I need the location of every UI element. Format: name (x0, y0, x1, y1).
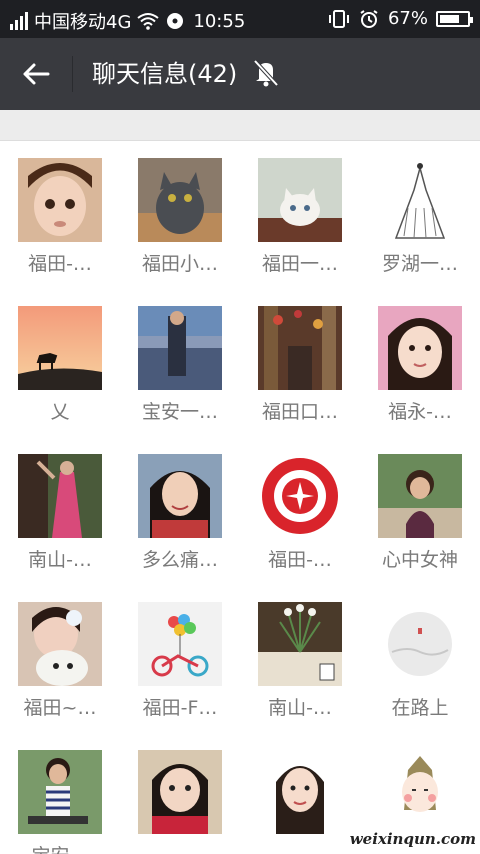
member-name: 福永-… (388, 401, 452, 423)
avatar (258, 750, 342, 834)
member-name: 心中女神 (381, 549, 458, 571)
avatar (18, 602, 102, 686)
signal-icon (10, 12, 28, 30)
battery-icon (436, 10, 473, 27)
member-cell[interactable]: 多么痛… (120, 436, 240, 584)
avatar (18, 306, 102, 390)
member-cell[interactable]: 南山-… (0, 436, 120, 584)
member-cell[interactable]: 福永-… (360, 288, 480, 436)
member-name: 南山-… (268, 697, 332, 719)
member-name: 南山-… (28, 549, 92, 571)
avatar (378, 750, 462, 834)
member-cell[interactable]: 心中女神 (360, 436, 480, 584)
mute-bell-icon (253, 59, 279, 87)
member-name: 福田-… (268, 549, 332, 571)
avatar (258, 306, 342, 390)
member-name: 福田-… (28, 253, 92, 275)
member-cell[interactable]: 宝安… (0, 732, 120, 854)
member-name: 福田一… (261, 253, 338, 275)
member-name: 罗湖一… (381, 253, 458, 275)
avatar (138, 158, 222, 242)
member-cell[interactable]: 乂 (0, 288, 120, 436)
member-cell[interactable]: 福田~… (0, 584, 120, 732)
avatar (258, 158, 342, 242)
avatar (138, 602, 222, 686)
member-cell[interactable]: 南山-… (240, 584, 360, 732)
page-title: 聊天信息(42) (92, 60, 238, 88)
member-cell[interactable]: 福田一… (240, 140, 360, 288)
avatar (378, 602, 462, 686)
title-divider (72, 56, 73, 92)
status-bar: 中国移动4G 10:55 67% (0, 0, 480, 38)
member-name: 福田-F… (142, 697, 218, 719)
member-cell[interactable]: 福田-… (240, 436, 360, 584)
avatar (138, 454, 222, 538)
member-name: 福田小… (141, 253, 218, 275)
avatar (18, 750, 102, 834)
avatar (18, 454, 102, 538)
member-cell[interactable]: 福田小… (120, 140, 240, 288)
back-arrow-icon (23, 63, 50, 85)
avatar (258, 454, 342, 538)
avatar (138, 306, 222, 390)
member-cell[interactable]: 福田-… (0, 140, 120, 288)
avatar (18, 158, 102, 242)
wifi-icon (137, 13, 160, 30)
member-cell[interactable]: 宝安一… (120, 288, 240, 436)
member-cell[interactable]: 福田-F… (120, 584, 240, 732)
member-name: 在路上 (391, 697, 449, 719)
avatar (378, 454, 462, 538)
avatar (378, 306, 462, 390)
avatar (378, 158, 462, 242)
carrier-label: 中国移动4G (34, 12, 132, 33)
member-name: 宝安… (0, 842, 120, 854)
member-name: 乂 (50, 401, 70, 423)
avatar (258, 602, 342, 686)
member-name: 福田~… (23, 697, 97, 719)
member-cell[interactable]: 罗湖一… (360, 140, 480, 288)
section-spacer (0, 110, 480, 141)
disc-icon (167, 13, 184, 29)
alarm-icon (360, 9, 378, 28)
member-cell[interactable]: 福田口… (240, 288, 360, 436)
member-grid: 福田-… 福田小… 福田一… 罗湖一… 乂 宝安一… 福田口… 福永-… 南山-… (0, 140, 480, 854)
avatar (138, 750, 222, 834)
title-bar: 聊天信息(42) (0, 38, 480, 110)
member-name: 多么痛… (141, 549, 218, 571)
member-cell[interactable]: 在路上 (360, 584, 480, 732)
member-cell[interactable] (120, 732, 240, 854)
watermark-text: weixinqun.com (349, 830, 476, 848)
battery-percent: 67% (387, 8, 428, 29)
member-cell[interactable] (240, 732, 360, 854)
back-button[interactable] (16, 56, 56, 92)
vibrate-icon (328, 9, 349, 28)
member-name: 福田口… (261, 401, 338, 423)
member-name: 宝安一… (141, 401, 218, 423)
clock-time: 10:55 (193, 10, 246, 32)
